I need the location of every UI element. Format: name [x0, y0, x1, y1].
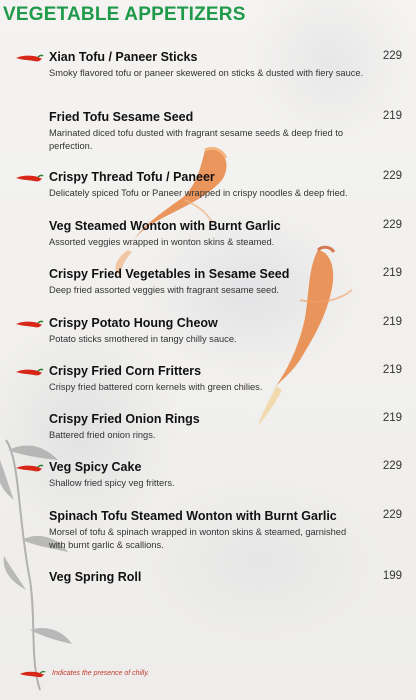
- menu-item-price: 219: [382, 412, 402, 424]
- menu-item-description: Crispy fried battered corn kernels with …: [49, 382, 263, 392]
- menu-item: Spinach Tofu Steamed Wonton with Burnt G…: [49, 509, 402, 551]
- menu-item-price: 199: [382, 570, 402, 582]
- menu-item: Veg Spring Roll 199: [49, 570, 402, 585]
- menu-item-description: Smoky flavored tofu or paneer skewered o…: [49, 68, 364, 78]
- menu-item-name: Spinach Tofu Steamed Wonton with Burnt G…: [49, 509, 337, 523]
- menu-item-name: Crispy Potato Houng Cheow: [49, 316, 218, 330]
- chilli-pepper-icon: [16, 320, 44, 328]
- menu-item: Veg Spicy Cake Shallow fried spicy veg fr…: [49, 460, 402, 490]
- menu-item: Crispy Fried Onion Rings Battered fried o…: [49, 412, 402, 442]
- chilli-pepper-icon: [19, 670, 46, 678]
- menu-item-price: 229: [382, 50, 402, 62]
- menu-item-description: Deep fried assorted veggies with fragran…: [49, 285, 279, 295]
- menu-item: Xian Tofu / Paneer Sticks Smoky flavored …: [49, 50, 402, 80]
- menu-item-description: Morsel of tofu & spinach wrapped in wont…: [49, 527, 347, 550]
- menu-item: Crispy Fried Vegetables in Sesame Seed De…: [49, 267, 402, 297]
- menu-item-description: Delicately spiced Tofu or Paneer wrapped…: [49, 188, 348, 198]
- menu-item-price: 219: [382, 316, 402, 328]
- menu-item-description: Battered fried onion rings.: [49, 430, 156, 440]
- menu-background: [0, 0, 416, 700]
- menu-item: Crispy Fried Corn Fritters Crispy fried b…: [49, 364, 402, 394]
- menu-item-description: Potato sticks smothered in tangy chilly …: [49, 334, 237, 344]
- menu-item: Fried Tofu Sesame Seed Marinated diced to…: [49, 110, 402, 152]
- chilli-pepper-icon: [16, 368, 44, 376]
- menu-item: Crispy Potato Houng Cheow Potato sticks s…: [49, 316, 402, 346]
- chilli-pepper-icon: [16, 464, 44, 472]
- menu-item-description: Shallow fried spicy veg fritters.: [49, 478, 175, 488]
- menu-item-name: Veg Spring Roll: [49, 570, 142, 584]
- menu-item-price: 229: [382, 509, 402, 521]
- menu-item: Veg Steamed Wonton with Burnt Garlic Asso…: [49, 219, 402, 249]
- chilli-pepper-icon: [16, 54, 44, 62]
- menu-item-name: Veg Spicy Cake: [49, 460, 142, 474]
- menu-item-description: Marinated diced tofu dusted with fragran…: [49, 128, 344, 151]
- menu-item-price: 219: [382, 110, 402, 122]
- menu-item-name: Crispy Fried Vegetables in Sesame Seed: [49, 267, 290, 281]
- menu-item-price: 229: [382, 219, 402, 231]
- chilli-pepper-icon: [16, 174, 44, 182]
- menu-section-title: VEGETABLE APPETIZERS: [3, 4, 246, 25]
- menu-item-name: Crispy Thread Tofu / Paneer: [49, 170, 215, 184]
- menu-item-description: Assorted veggies wrapped in wonton skins…: [49, 237, 275, 247]
- menu-item-price: 219: [382, 364, 402, 376]
- menu-item-name: Crispy Fried Corn Fritters: [49, 364, 202, 378]
- menu-item-name: Crispy Fried Onion Rings: [49, 412, 200, 426]
- menu-item-name: Xian Tofu / Paneer Sticks: [49, 50, 198, 64]
- menu-item-name: Veg Steamed Wonton with Burnt Garlic: [49, 219, 281, 233]
- menu-item-price: 229: [382, 170, 402, 182]
- menu-item-name: Fried Tofu Sesame Seed: [49, 110, 194, 124]
- menu-item: Crispy Thread Tofu / Paneer Delicately sp…: [49, 170, 402, 200]
- chilly-footnote: Indicates the presence of chilly.: [52, 670, 150, 677]
- menu-item-price: 229: [382, 460, 402, 472]
- menu-item-price: 219: [382, 267, 402, 279]
